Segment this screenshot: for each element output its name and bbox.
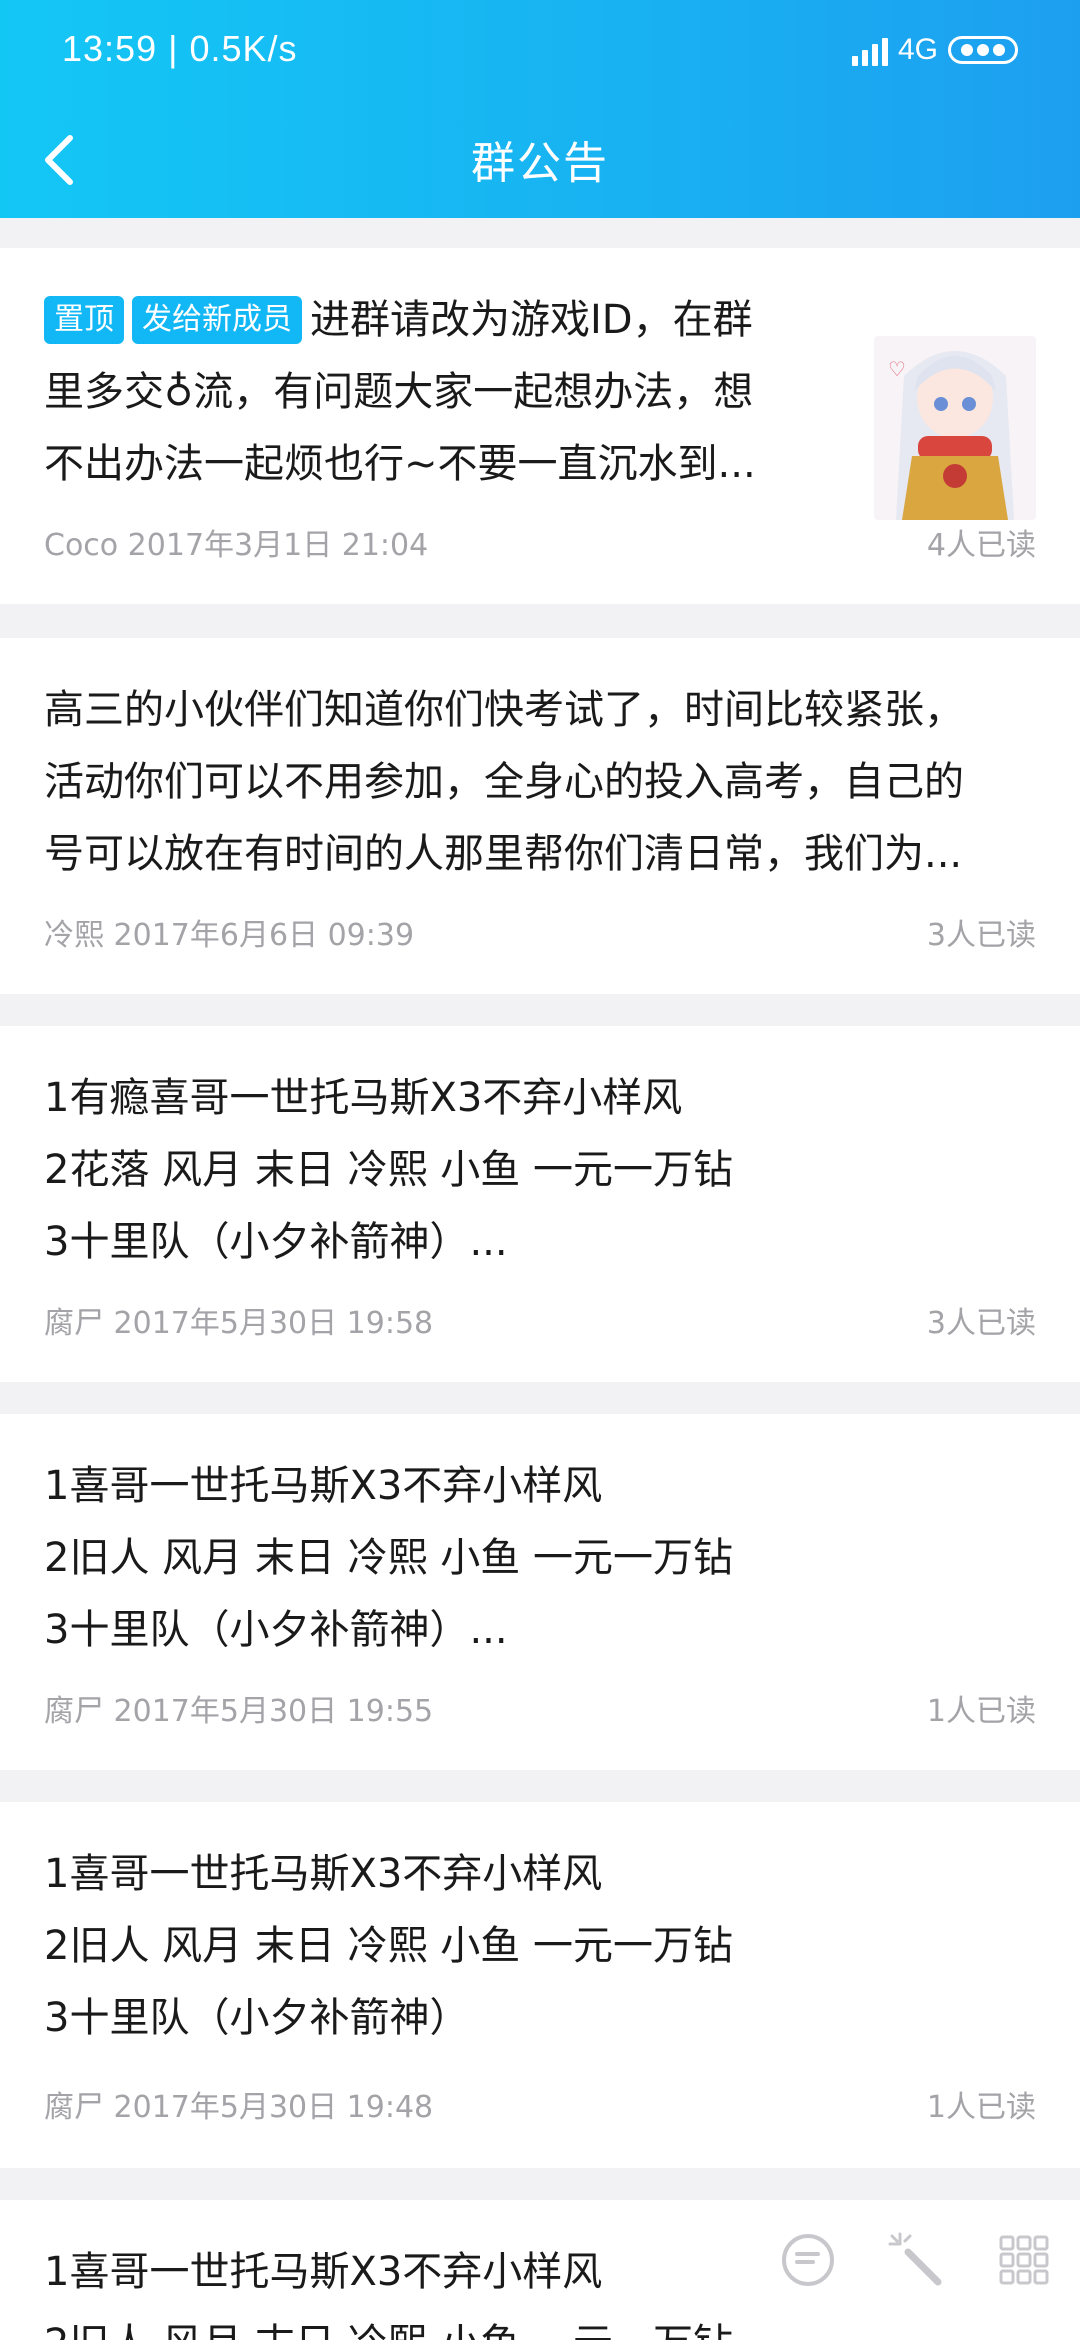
status-separator: | (168, 28, 190, 69)
nav-bar: 群公告 (0, 100, 1080, 218)
text-line: 1喜哥一世托马斯X3不弃小样风 (44, 1851, 603, 1897)
status-time-speed: 13:59 | 0.5K/s (62, 28, 298, 70)
text-line: 号可以放在有时间的人那里帮你们清日常，我们为... (44, 831, 963, 877)
announcement-meta: 腐尸 2017年5月30日 19:55 1人已读 (44, 1686, 1036, 1729)
announcement-text: 1有瘾喜哥一世托马斯X3不弃小样风 2花落 风月 末日 冷熙 小鱼 一元一万钻 … (44, 1062, 1036, 1278)
announcement-content: 置顶 发给新成员 进群请改为游戏ID，在群 里多交♁流，有问题大家一起想办法，想 不… (44, 284, 844, 500)
network-type: 4G (897, 33, 938, 66)
read-count: 3人已读 (926, 918, 1036, 953)
announcement-meta: Coco 2017年3月1日 21:04 4人已读 (44, 520, 1036, 563)
read-count: 3人已读 (926, 1306, 1036, 1341)
announcement-text: 置顶 发给新成员 进群请改为游戏ID，在群 里多交♁流，有问题大家一起想办法，想 不… (44, 284, 844, 500)
app-header: 13:59 | 0.5K/s 4G 群公告 (0, 0, 1080, 218)
grid-icon[interactable] (992, 2228, 1056, 2292)
svg-text:♡: ♡ (888, 357, 906, 381)
signal-icon (851, 34, 888, 66)
floating-toolbar (776, 2220, 1056, 2300)
read-count: 1人已读 (926, 1694, 1036, 1729)
text-line: 2旧人 风月 末日 冷熙 小鱼 一元一万钻 (44, 1923, 734, 1969)
announcement-content: 1喜哥一世托马斯X3不弃小样风 2旧人 风月 末日 冷熙 小鱼 一元一万钻 3十… (44, 1450, 1036, 1666)
announcement-content: 1有瘾喜哥一世托马斯X3不弃小样风 2花落 风月 末日 冷熙 小鱼 一元一万钻 … (44, 1062, 1036, 1278)
pinned-tag: 置顶 (44, 296, 124, 344)
text-line: 高三的小伙伴们知道你们快考试了，时间比较紧张， (44, 687, 964, 733)
text-line: 1喜哥一世托马斯X3不弃小样风 (44, 1463, 603, 1509)
announcement-card[interactable]: 1喜哥一世托马斯X3不弃小样风 2旧人 风月 末日 冷熙 小鱼 一元一万钻 3十… (0, 1802, 1080, 2168)
text-line: 2花落 风月 末日 冷熙 小鱼 一元一万钻 (44, 1147, 734, 1193)
text-line: 2旧人 风月 末日 冷熙 小鱼 一元一万钻 (44, 1535, 734, 1581)
text-line: 里多交♁流，有问题大家一起想办法，想 (44, 369, 754, 415)
announcement-card[interactable]: 置顶 发给新成员 进群请改为游戏ID，在群 里多交♁流，有问题大家一起想办法，想 不… (0, 248, 1080, 604)
magic-wand-icon[interactable] (884, 2228, 948, 2292)
text-line: 3十里队（小夕补箭神）... (44, 1219, 508, 1265)
announcement-meta: 腐尸 2017年5月30日 19:48 1人已读 (44, 2082, 1036, 2125)
text-line: 活动你们可以不用参加，全身心的投入高考，自己的 (44, 759, 964, 805)
announcement-card[interactable]: 1有瘾喜哥一世托马斯X3不弃小样风 2花落 风月 末日 冷熙 小鱼 一元一万钻 … (0, 1026, 1080, 1382)
author-time: 腐尸 2017年5月30日 19:58 (44, 1306, 434, 1341)
battery-icon (948, 36, 1018, 64)
announcement-text: 高三的小伙伴们知道你们快考试了，时间比较紧张， 活动你们可以不用参加，全身心的投… (44, 674, 1036, 890)
announcement-card[interactable]: 1喜哥一世托马斯X3不弃小样风 2旧人 风月 末日 冷熙 小鱼 一元一万钻 3十… (0, 1414, 1080, 1770)
status-indicators: 4G (851, 30, 1018, 70)
announcement-text: 1喜哥一世托马斯X3不弃小样风 2旧人 风月 末日 冷熙 小鱼 一元一万钻 3十… (44, 1450, 1036, 1666)
announcement-content: 1喜哥一世托马斯X3不弃小样风 2旧人 风月 末日 冷熙 小鱼 一元一万钻 3十… (44, 1838, 1036, 2054)
author-time: 腐尸 2017年5月30日 19:55 (44, 1694, 434, 1729)
announcement-meta: 冷熙 2017年6月6日 09:39 3人已读 (44, 910, 1036, 953)
text-line: 1有瘾喜哥一世托马斯X3不弃小样风 (44, 1075, 683, 1121)
announcement-image: ♡ (874, 336, 1036, 520)
read-count: 4人已读 (926, 528, 1036, 563)
status-bar: 13:59 | 0.5K/s 4G (0, 0, 1080, 100)
author-time: 冷熙 2017年6月6日 09:39 (44, 918, 415, 953)
page-title: 群公告 (471, 138, 609, 189)
announcement-content: 高三的小伙伴们知道你们快考试了，时间比较紧张， 活动你们可以不用参加，全身心的投… (44, 674, 1036, 890)
status-time: 13:59 (62, 28, 158, 69)
announcement-card[interactable]: 高三的小伙伴们知道你们快考试了，时间比较紧张， 活动你们可以不用参加，全身心的投… (0, 638, 1080, 994)
author-time: Coco 2017年3月1日 21:04 (44, 528, 429, 563)
text-line: 不出办法一起烦也行~不要一直沉水到... (44, 441, 756, 487)
new-member-tag: 发给新成员 (132, 296, 302, 344)
announcement-icon[interactable] (776, 2228, 840, 2292)
text-line: 3十里队（小夕补箭神） (44, 1995, 470, 2041)
read-count: 1人已读 (926, 2090, 1036, 2125)
text-line: 进群请改为游戏ID，在群 (310, 297, 753, 343)
announcement-text: 1喜哥一世托马斯X3不弃小样风 2旧人 风月 末日 冷熙 小鱼 一元一万钻 3十… (44, 1838, 1036, 2054)
text-line: 3十里队（小夕补箭神）... (44, 1607, 508, 1653)
status-speed: 0.5K/s (189, 28, 298, 69)
text-line: 2旧人 风月 末日 冷熙 小鱼 一元一万钻 (44, 2308, 1036, 2340)
author-time: 腐尸 2017年5月30日 19:48 (44, 2090, 434, 2125)
announcement-meta: 腐尸 2017年5月30日 19:58 3人已读 (44, 1298, 1036, 1341)
